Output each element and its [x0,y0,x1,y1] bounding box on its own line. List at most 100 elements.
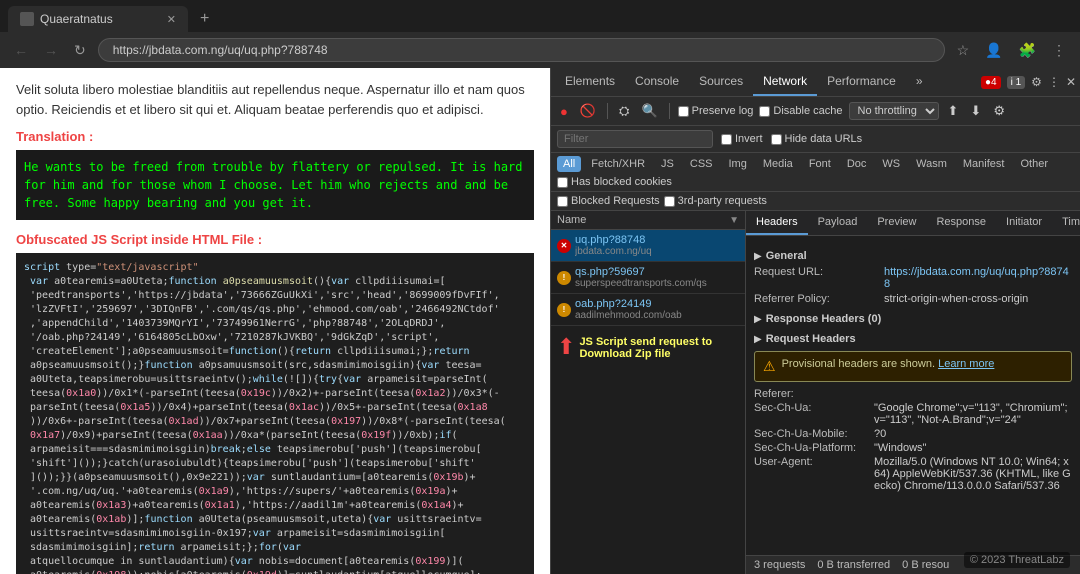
sec-ch-ua-platform-label: Sec-Ch-Ua-Platform: [754,442,874,454]
type-other-button[interactable]: Other [1014,156,1054,172]
clear-button[interactable]: 🚫 [577,101,599,121]
blocked-requests-input[interactable] [557,196,568,207]
third-party-checkbox[interactable]: 3rd-party requests [664,195,767,207]
detail-tab-headers[interactable]: Headers [746,211,808,235]
invert-input[interactable] [721,134,732,145]
menu-button[interactable]: ⋮ [1048,40,1070,61]
request-name: oab.php?24149 [575,298,739,310]
tab-more[interactable]: » [906,68,933,96]
type-js-button[interactable]: JS [655,156,680,172]
type-media-button[interactable]: Media [757,156,799,172]
hide-data-urls-checkbox[interactable]: Hide data URLs [771,133,863,145]
has-blocked-cookies-checkbox[interactable]: Has blocked cookies [557,176,672,188]
detail-tab-payload[interactable]: Payload [808,211,868,235]
hide-data-urls-input[interactable] [771,134,782,145]
network-toolbar: ● 🚫 ⛭ 🔍 Preserve log Disable cache No th… [551,97,1080,126]
detail-tab-initiator[interactable]: Initiator [996,211,1052,235]
browser-chrome: Quaeratnatus ✕ + ← → ↻ https://jbdata.co… [0,0,1080,68]
filter-toggle-button[interactable]: ⛭ [616,101,632,121]
settings-icon[interactable]: ⚙ [1031,75,1042,89]
list-item[interactable]: ! qs.php?59697 superspeedtransports.com/… [551,262,745,294]
record-button[interactable]: ● [557,102,571,121]
tab-console[interactable]: Console [625,68,689,96]
general-section-header[interactable]: ▶ General [754,250,1072,262]
type-manifest-button[interactable]: Manifest [957,156,1011,172]
type-img-button[interactable]: Img [723,156,753,172]
requests-list-header: Name ▼ [551,211,745,230]
invert-label: Invert [735,133,763,145]
red-arrow-icon: ⬆ [557,336,575,358]
tab-sources[interactable]: Sources [689,68,753,96]
import-button[interactable]: ⬆ [945,101,962,121]
obfuscated-label: Obfuscated JS Script inside HTML File : [16,232,534,247]
js-annotation: ⬆ JS Script send request to Download Zip… [551,326,745,370]
name-column-header: Name [557,214,729,226]
list-item[interactable]: ! oab.php?24149 aadilmehmood.com/oab [551,294,745,326]
browser-tab-active[interactable]: Quaeratnatus ✕ [8,6,188,32]
address-bar[interactable]: https://jbdata.com.ng/uq/uq.php?788748 [98,38,945,62]
detail-tab-preview[interactable]: Preview [867,211,926,235]
tab-elements[interactable]: Elements [555,68,625,96]
invert-checkbox[interactable]: Invert [721,133,763,145]
devtools-icons: ●4 i 1 ⚙ ⋮ ✕ [981,75,1076,89]
back-button[interactable]: ← [10,40,32,60]
reload-button[interactable]: ↻ [70,40,90,61]
profile-button[interactable]: 👤 [981,40,1006,61]
search-button[interactable]: 🔍 [638,101,660,121]
sec-ch-ua-mobile-row: Sec-Ch-Ua-Mobile: ?0 [754,428,1072,440]
type-css-button[interactable]: CSS [684,156,719,172]
detail-tab-timing[interactable]: Timing [1052,211,1080,235]
throttling-select[interactable]: No throttling Fast 3G Slow 3G [849,102,939,120]
request-name: uq.php?88748 [575,234,739,246]
filter-input[interactable] [557,130,713,148]
request-status-icon: ! [557,303,571,317]
copyright-notice: © 2023 ThreatLabz [964,552,1070,568]
tab-performance[interactable]: Performance [817,68,906,96]
extensions-button[interactable]: 🧩 [1015,40,1040,61]
tab-network[interactable]: Network [753,68,817,96]
forward-button[interactable]: → [40,40,62,60]
disable-cache-input[interactable] [759,106,770,117]
type-doc-button[interactable]: Doc [841,156,873,172]
js-annotation-text: JS Script send request to Download Zip f… [579,336,739,360]
detail-tab-bar: Headers Payload Preview Response Initiat… [746,211,1080,236]
nav-bar: ← → ↻ https://jbdata.com.ng/uq/uq.php?78… [0,32,1080,68]
tab-close-button[interactable]: ✕ [167,13,176,26]
blocked-requests-checkbox[interactable]: Blocked Requests [557,195,660,207]
export-button[interactable]: ⬇ [967,101,984,121]
detail-tab-response[interactable]: Response [926,211,996,235]
sec-ch-ua-platform-row: Sec-Ch-Ua-Platform: "Windows" [754,442,1072,454]
third-party-input[interactable] [664,196,675,207]
warning-icon: ⚠ [763,358,776,375]
more-options-icon[interactable]: ⋮ [1048,75,1060,89]
close-devtools-icon[interactable]: ✕ [1066,75,1076,89]
type-fetch-xhr-button[interactable]: Fetch/XHR [585,156,651,172]
disable-cache-label: Disable cache [773,105,842,117]
new-tab-button[interactable]: + [192,6,217,32]
has-blocked-cookies-input[interactable] [557,177,568,188]
has-blocked-cookies-label: Has blocked cookies [571,176,672,188]
learn-more-link[interactable]: Learn more [938,358,994,370]
sec-ch-ua-mobile-label: Sec-Ch-Ua-Mobile: [754,428,874,440]
request-headers-section-header[interactable]: ▶ Request Headers [754,333,1072,345]
preserve-log-input[interactable] [678,106,689,117]
bookmark-button[interactable]: ☆ [953,40,974,61]
error-count-badge: ●4 [981,76,1001,89]
type-font-button[interactable]: Font [803,156,837,172]
transferred-size: 0 B transferred [817,559,890,571]
sec-ch-ua-row: Sec-Ch-Ua: "Google Chrome";v="113", "Chr… [754,402,1072,426]
response-headers-section-header[interactable]: ▶ Response Headers (0) [754,313,1072,325]
type-wasm-button[interactable]: Wasm [910,156,953,172]
response-headers-arrow-icon: ▶ [754,314,762,325]
disable-cache-checkbox[interactable]: Disable cache [759,105,842,117]
preserve-log-checkbox[interactable]: Preserve log [678,105,754,117]
tab-favicon [20,12,34,26]
type-ws-button[interactable]: WS [876,156,906,172]
list-item[interactable]: ✕ uq.php?88748 jbdata.com.ng/uq [551,230,745,262]
provisional-warning: ⚠ Provisional headers are shown. Learn m… [754,351,1072,382]
type-all-button[interactable]: All [557,156,581,172]
settings2-button[interactable]: ⚙ [990,101,1008,121]
general-arrow-icon: ▶ [754,251,762,262]
request-url-label: Request URL: [754,266,884,290]
request-status-icon: ✕ [557,239,571,253]
